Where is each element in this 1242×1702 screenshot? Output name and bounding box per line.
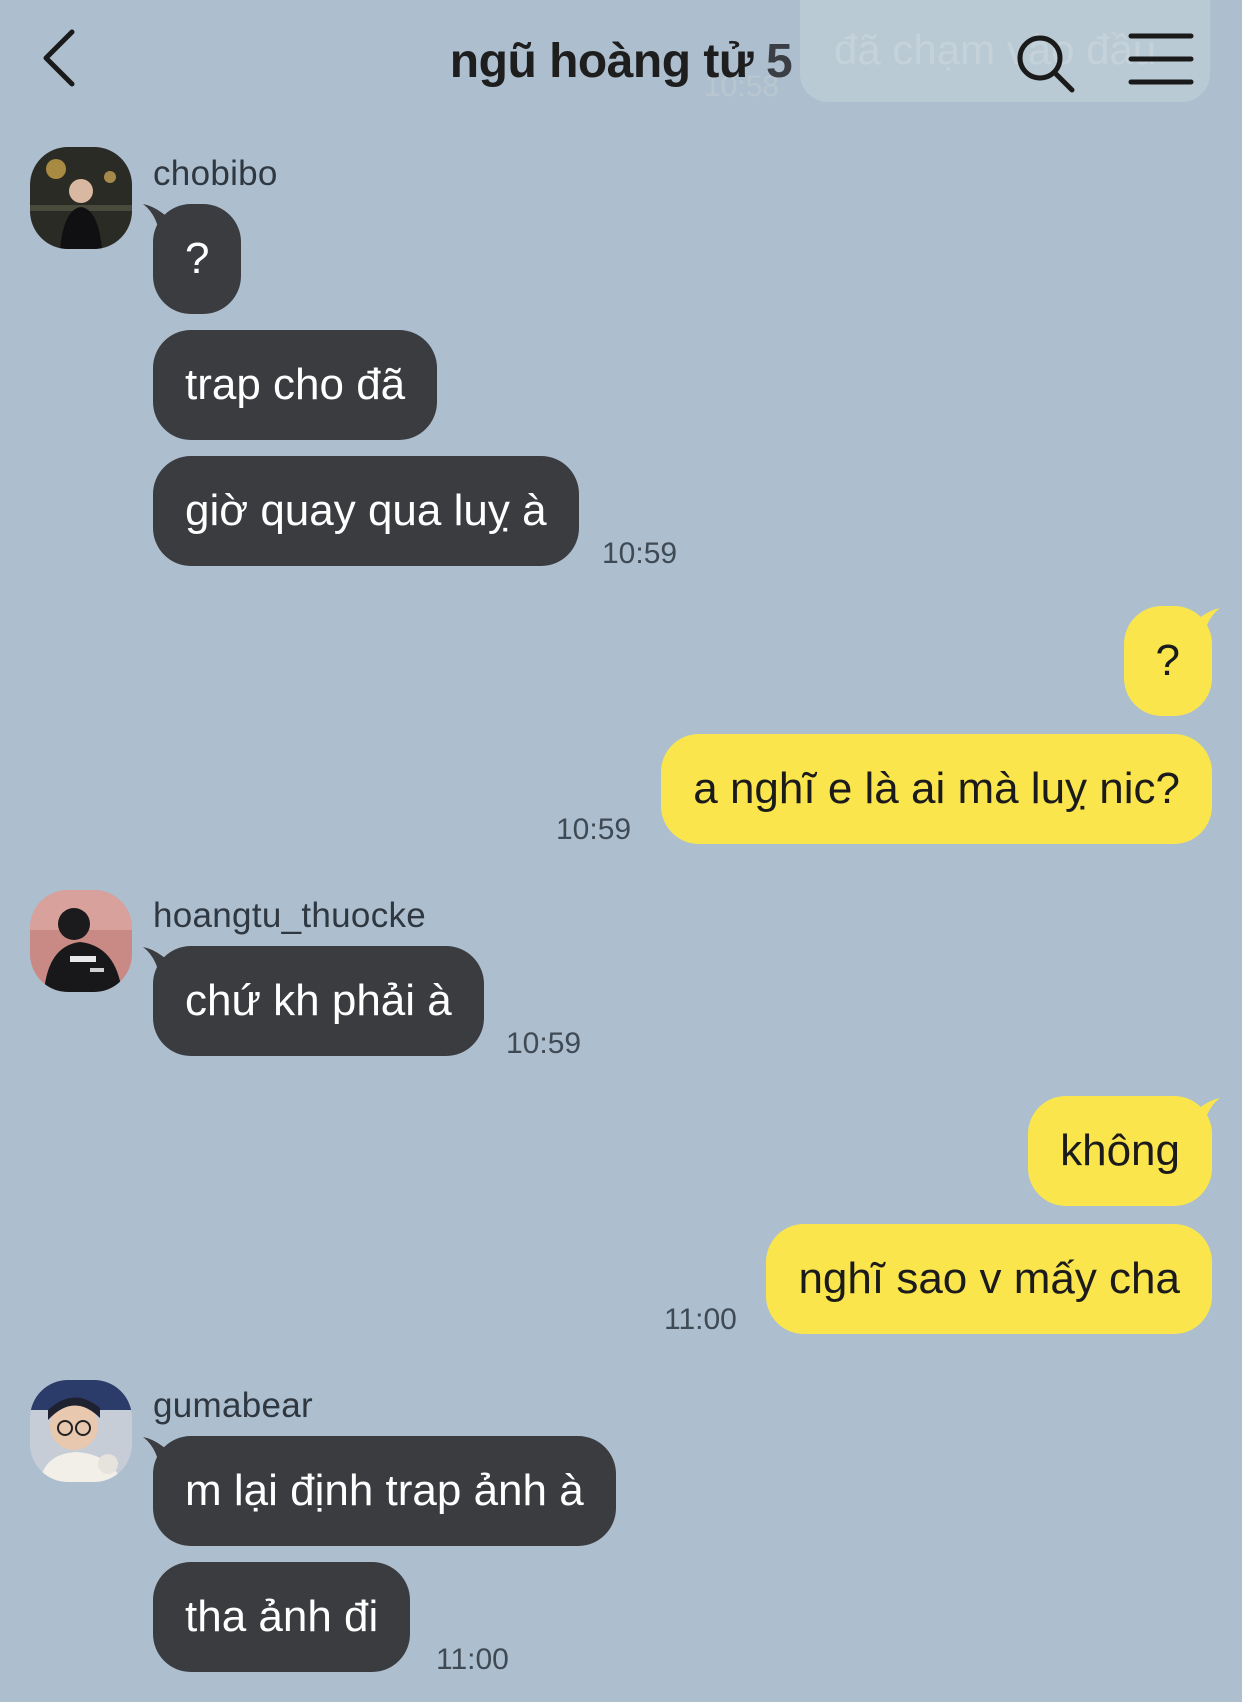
avatar-hoangtu-thuocke[interactable]	[30, 890, 132, 992]
hamburger-menu-icon	[1128, 33, 1194, 85]
message-time: 10:59	[506, 1027, 582, 1060]
message-bubble[interactable]: không	[1028, 1096, 1212, 1206]
message-bubble[interactable]: tha ảnh đi	[153, 1562, 411, 1672]
message-bubble[interactable]: trap cho đã	[153, 330, 438, 440]
avatar-gumabear[interactable]	[30, 1380, 132, 1482]
message-time: 10:59	[602, 537, 678, 570]
sender-name: chobibo	[153, 154, 278, 193]
chat-title-text: ngũ hoàng tử	[449, 35, 754, 88]
message-bubble[interactable]: ?	[1123, 606, 1212, 716]
message-bubble[interactable]: a nghĩ e là ai mà luỵ nic?	[661, 734, 1212, 844]
message-bubble[interactable]: ?	[153, 204, 242, 314]
sender-name: gumabear	[153, 1386, 314, 1425]
message-time: 10:59	[556, 813, 632, 846]
message-bubble[interactable]: nghĩ sao v mấy cha	[766, 1224, 1212, 1334]
message-bubble[interactable]: m lại định trap ảnh à	[153, 1436, 616, 1546]
message-bubble[interactable]: giờ quay qua luỵ à	[153, 456, 579, 566]
search-button[interactable]	[1010, 28, 1082, 100]
avatar-chobibo[interactable]	[30, 147, 132, 249]
chat-header: đã chạm vào đầu 10:58 ngũ hoàng tử 5	[0, 0, 1242, 130]
message-time: 11:00	[664, 1303, 737, 1336]
menu-button[interactable]	[1128, 30, 1194, 88]
message-bubble[interactable]: chứ kh phải à	[153, 946, 484, 1056]
member-count: 5	[766, 35, 793, 88]
search-icon	[1017, 35, 1075, 93]
message-time: 11:00	[436, 1643, 509, 1676]
sender-name: hoangtu_thuocke	[153, 896, 427, 935]
